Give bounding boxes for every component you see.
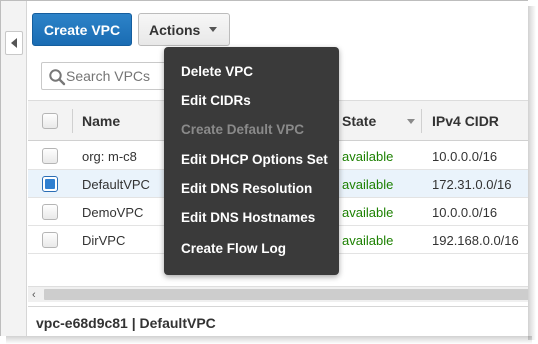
column-header-ipv4-cidr[interactable]: IPv4 CIDR [432,101,499,141]
column-divider [72,109,73,133]
create-vpc-button[interactable]: Create VPC [32,13,132,46]
frame-shadow [528,6,536,340]
chevron-left-icon [11,38,17,48]
frame-shadow [6,336,532,344]
row-checkbox[interactable] [42,232,58,248]
row-checkbox[interactable] [42,148,58,164]
menu-item-edit-dns-hostnames[interactable]: Edit DNS Hostnames [181,210,315,225]
side-navigation-rail [1,1,27,336]
vpc-ipv4-cidr: 10.0.0.0/16 [432,148,498,164]
menu-item-edit-cidrs[interactable]: Edit CIDRs [181,93,251,108]
search-icon [49,69,66,86]
chevron-down-icon [209,27,217,32]
select-all-checkbox[interactable] [42,113,58,129]
details-divider[interactable] [28,306,528,307]
vpc-ipv4-cidr: 192.168.0.0/16 [432,232,519,248]
menu-item-create-flow-log[interactable]: Create Flow Log [181,241,286,256]
scrollbar-thumb[interactable] [44,289,528,300]
actions-button[interactable]: Actions [138,13,230,46]
menu-item-edit-dhcp-options-set[interactable]: Edit DHCP Options Set [181,152,328,167]
menu-item-create-default-vpc: Create Default VPC [181,122,305,137]
console-panel: Create VPC Actions Name State IPv4 C [0,0,528,336]
vpc-ipv4-cidr: 172.31.0.0/16 [432,176,512,192]
details-title: vpc-e68d9c81 | DefaultVPC [36,315,216,331]
collapse-nav-button[interactable] [5,31,23,55]
row-checkbox[interactable] [42,204,58,220]
actions-button-label: Actions [149,21,201,38]
vpc-state: available [342,176,394,192]
column-header-name[interactable]: Name [82,101,120,141]
column-divider [421,109,422,133]
sort-icon[interactable] [407,119,415,124]
scroll-left-icon[interactable]: ‹ [32,289,36,301]
column-header-state[interactable]: State [342,101,376,141]
menu-item-delete-vpc[interactable]: Delete VPC [181,64,253,79]
main-content: Create VPC Actions Name State IPv4 C [28,1,528,336]
vpc-ipv4-cidr: 10.0.0.0/16 [432,204,498,220]
actions-dropdown-menu: Delete VPC Edit CIDRs Create Default VPC… [164,47,339,275]
row-checkbox[interactable] [42,176,58,192]
vpc-state: available [342,232,394,248]
horizontal-scrollbar[interactable]: ‹ [28,286,528,302]
menu-item-edit-dns-resolution[interactable]: Edit DNS Resolution [181,181,312,196]
vpc-state: available [342,148,394,164]
vpc-state: available [342,204,394,220]
